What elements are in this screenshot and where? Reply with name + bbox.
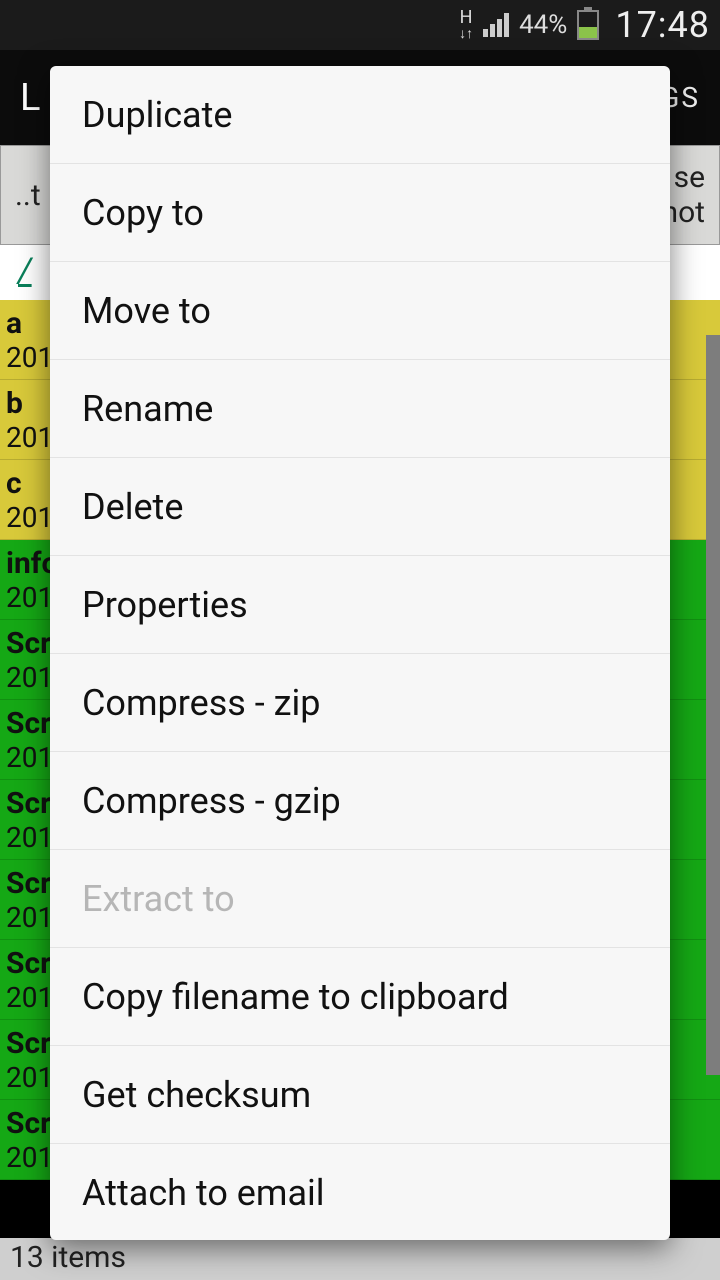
menu-item-copy-to[interactable]: Copy to xyxy=(50,164,670,262)
menu-item-delete[interactable]: Delete xyxy=(50,458,670,556)
menu-item-label: Get checksum xyxy=(82,1074,311,1116)
menu-item-label: Properties xyxy=(82,584,248,626)
menu-item-label: Delete xyxy=(82,486,183,528)
menu-item-rename[interactable]: Rename xyxy=(50,360,670,458)
menu-item-copy-filename-to-clipboard[interactable]: Copy filename to clipboard xyxy=(50,948,670,1046)
menu-item-get-checksum[interactable]: Get checksum xyxy=(50,1046,670,1144)
menu-item-label: Attach to email xyxy=(82,1172,325,1214)
menu-item-compress-gzip[interactable]: Compress - gzip xyxy=(50,752,670,850)
menu-item-label: Extract to xyxy=(82,878,235,920)
menu-item-compress-zip[interactable]: Compress - zip xyxy=(50,654,670,752)
menu-item-move-to[interactable]: Move to xyxy=(50,262,670,360)
menu-item-label: Copy filename to clipboard xyxy=(82,976,509,1018)
menu-item-label: Move to xyxy=(82,290,211,332)
menu-item-attach-to-email[interactable]: Attach to email xyxy=(50,1144,670,1240)
menu-item-label: Rename xyxy=(82,388,213,430)
menu-item-label: Copy to xyxy=(82,192,204,234)
menu-item-label: Duplicate xyxy=(82,94,233,136)
modal-overlay[interactable]: Duplicate Copy to Move to Rename Delete Prope… xyxy=(0,0,720,1280)
menu-item-properties[interactable]: Properties xyxy=(50,556,670,654)
menu-item-label: Compress - zip xyxy=(82,682,321,724)
context-menu: Duplicate Copy to Move to Rename Delete Prope… xyxy=(50,66,670,1240)
menu-item-label: Compress - gzip xyxy=(82,780,341,822)
menu-item-duplicate[interactable]: Duplicate xyxy=(50,66,670,164)
menu-item-extract-to: Extract to xyxy=(50,850,670,948)
